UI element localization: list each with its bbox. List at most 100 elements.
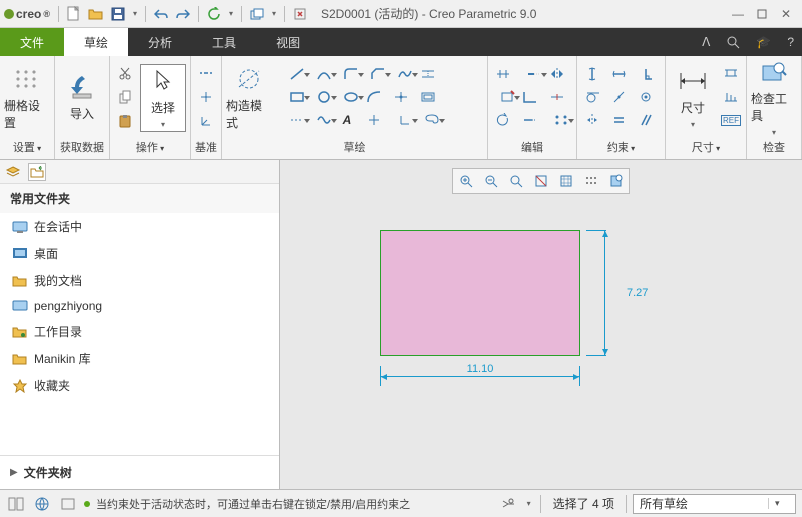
windows-dropdown-icon[interactable]: ▾ bbox=[269, 4, 279, 24]
modify-icon[interactable] bbox=[492, 64, 514, 84]
save-icon[interactable] bbox=[108, 4, 128, 24]
symmetric-constraint-icon[interactable] bbox=[581, 110, 603, 130]
tangent-constraint-icon[interactable] bbox=[581, 87, 603, 107]
offset-tool-icon[interactable] bbox=[417, 64, 439, 84]
save-dropdown-icon[interactable]: ▾ bbox=[130, 4, 140, 24]
sketcher-display-icon[interactable] bbox=[605, 171, 627, 191]
mirror-icon[interactable] bbox=[546, 64, 568, 84]
pattern-icon[interactable] bbox=[546, 110, 576, 130]
copy-icon[interactable] bbox=[114, 87, 136, 107]
group-dimension-label[interactable]: 尺寸 bbox=[670, 137, 742, 157]
new-file-icon[interactable] bbox=[64, 4, 84, 24]
grid-settings-button[interactable]: 栅格设置 bbox=[4, 65, 50, 131]
zoom-fit-icon[interactable] bbox=[505, 171, 527, 191]
perpendicular-constraint-icon[interactable] bbox=[635, 64, 657, 84]
folder-tab-icon[interactable] bbox=[28, 163, 46, 181]
construction-mode-button[interactable]: 构造模式 bbox=[226, 65, 272, 131]
extend-icon[interactable] bbox=[519, 110, 541, 130]
help-icon[interactable]: ? bbox=[779, 28, 802, 56]
import-button[interactable]: 导入 bbox=[59, 73, 105, 122]
regen-dropdown-icon[interactable]: ▾ bbox=[226, 4, 236, 24]
sine-tool-icon[interactable] bbox=[309, 110, 339, 130]
window-minimize-icon[interactable]: — bbox=[726, 4, 750, 24]
arc-tool-icon[interactable] bbox=[309, 64, 339, 84]
inspect-button[interactable]: 检查工具 ▾ bbox=[751, 58, 797, 137]
baseline-dim-icon[interactable] bbox=[720, 63, 742, 83]
layers-tab-icon[interactable] bbox=[4, 163, 22, 181]
construct-line-icon[interactable] bbox=[282, 110, 312, 130]
tab-analysis[interactable]: 分析 bbox=[128, 28, 192, 56]
display-dropdown-icon[interactable] bbox=[580, 171, 602, 191]
tab-tools[interactable]: 工具 bbox=[192, 28, 256, 56]
project-tool-icon[interactable] bbox=[390, 87, 412, 107]
folder-item-favorites[interactable]: 收藏夹 bbox=[0, 372, 279, 399]
group-settings-label[interactable]: 设置 bbox=[4, 137, 50, 157]
chevron-down-icon[interactable]: ▾ bbox=[768, 498, 795, 509]
coord-tool-icon[interactable] bbox=[390, 110, 420, 130]
window-maximize-icon[interactable] bbox=[750, 4, 774, 24]
learn-icon[interactable]: 🎓 bbox=[748, 28, 779, 56]
conic-tool-icon[interactable] bbox=[363, 87, 385, 107]
centerline-icon[interactable] bbox=[195, 63, 217, 83]
sketch-rectangle[interactable] bbox=[380, 230, 580, 356]
sketch-view-icon[interactable] bbox=[555, 171, 577, 191]
sb-browser-icon[interactable] bbox=[32, 495, 52, 513]
group-constraint-label[interactable]: 约束 bbox=[581, 137, 661, 157]
graphics-canvas[interactable]: 11.10 7.27 bbox=[280, 160, 802, 489]
midpoint-constraint-icon[interactable] bbox=[608, 87, 630, 107]
search-icon[interactable] bbox=[718, 28, 748, 56]
width-dimension[interactable]: 11.10 bbox=[380, 366, 580, 386]
datum-point-icon[interactable] bbox=[195, 87, 217, 107]
ref-dim-icon[interactable]: REF bbox=[720, 111, 742, 131]
folder-item-user[interactable]: pengzhiyong bbox=[0, 294, 279, 318]
ribbon-collapse-icon[interactable]: ᐱ bbox=[694, 28, 718, 56]
ellipse-tool-icon[interactable] bbox=[336, 87, 366, 107]
folder-item-desktop[interactable]: 桌面 bbox=[0, 240, 279, 267]
delete-seg-icon[interactable] bbox=[492, 87, 522, 107]
rectangle-tool-icon[interactable] bbox=[282, 87, 312, 107]
coincident-constraint-icon[interactable] bbox=[635, 87, 657, 107]
folder-item-manikin[interactable]: Manikin 库 bbox=[0, 345, 279, 372]
folder-item-session[interactable]: 在会话中 bbox=[0, 213, 279, 240]
corner-icon[interactable] bbox=[519, 87, 541, 107]
selection-filter-combo[interactable]: 所有草绘 ▾ bbox=[633, 494, 796, 514]
parallel-constraint-icon[interactable] bbox=[635, 110, 657, 130]
trim-icon[interactable] bbox=[519, 64, 549, 84]
height-dimension[interactable]: 7.27 bbox=[586, 230, 606, 356]
ordinate-dim-icon[interactable] bbox=[720, 87, 742, 107]
text-tool-icon[interactable]: A bbox=[336, 110, 358, 130]
group-operate-label[interactable]: 操作 bbox=[114, 137, 186, 157]
equal-constraint-icon[interactable] bbox=[608, 110, 630, 130]
sb-panel-icon[interactable] bbox=[58, 495, 78, 513]
sb-model-tree-icon[interactable] bbox=[6, 495, 26, 513]
redo-icon[interactable] bbox=[173, 4, 193, 24]
folder-item-workdir[interactable]: 工作目录 bbox=[0, 318, 279, 345]
window-close-icon[interactable]: ✕ bbox=[774, 4, 798, 24]
cut-icon[interactable] bbox=[114, 63, 136, 83]
thicken-tool-icon[interactable] bbox=[417, 87, 439, 107]
repaint-icon[interactable] bbox=[530, 171, 552, 191]
find-icon[interactable] bbox=[498, 495, 518, 513]
regenerate-icon[interactable] bbox=[204, 4, 224, 24]
palette-tool-icon[interactable] bbox=[417, 110, 447, 130]
circle-tool-icon[interactable] bbox=[309, 87, 339, 107]
folder-item-docs[interactable]: 我的文档 bbox=[0, 267, 279, 294]
find-dropdown-icon[interactable]: ▾ bbox=[524, 495, 534, 513]
line-tool-icon[interactable] bbox=[282, 64, 312, 84]
spline-tool-icon[interactable] bbox=[390, 64, 420, 84]
horizontal-constraint-icon[interactable] bbox=[608, 64, 630, 84]
dimension-button[interactable]: 尺寸 ▾ bbox=[670, 67, 716, 129]
fillet-tool-icon[interactable] bbox=[336, 64, 366, 84]
vertical-constraint-icon[interactable] bbox=[581, 64, 603, 84]
chamfer-tool-icon[interactable] bbox=[363, 64, 393, 84]
rotate-resize-icon[interactable] bbox=[492, 110, 514, 130]
close-doc-icon[interactable] bbox=[290, 4, 310, 24]
tab-file[interactable]: 文件 bbox=[0, 28, 64, 56]
divide-icon[interactable] bbox=[546, 87, 568, 107]
zoom-in-icon[interactable] bbox=[455, 171, 477, 191]
windows-icon[interactable] bbox=[247, 4, 267, 24]
coord-sys-icon[interactable] bbox=[195, 111, 217, 131]
zoom-out-icon[interactable] bbox=[480, 171, 502, 191]
point-tool-icon[interactable] bbox=[363, 110, 385, 130]
paste-icon[interactable] bbox=[114, 111, 136, 131]
